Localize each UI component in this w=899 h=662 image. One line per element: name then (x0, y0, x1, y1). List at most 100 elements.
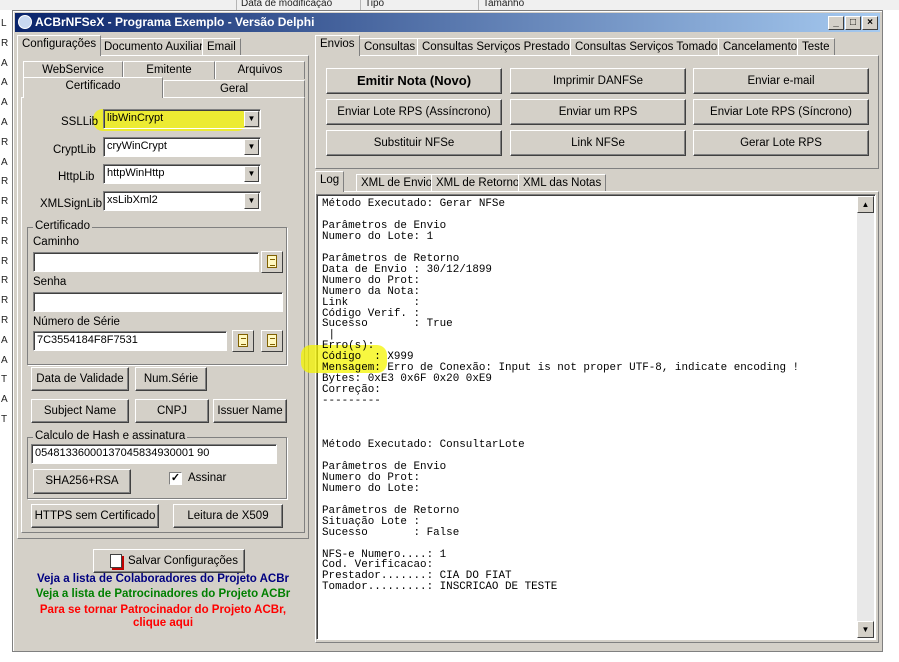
log-line: --------- (322, 395, 381, 408)
chevron-down-icon[interactable]: ▼ (244, 139, 259, 155)
enviar-email-button[interactable]: Enviar e-mail (693, 68, 869, 94)
log-line: Método Executado: Gerar NFSe (322, 198, 505, 210)
caminho-input[interactable] (33, 252, 259, 272)
log-line: Sucesso : False (322, 526, 460, 539)
enviar-lote-sincrono-button[interactable]: Enviar Lote RPS (Síncrono) (693, 99, 869, 125)
window-title: ACBrNFSeX - Programa Exemplo - Versão De… (35, 15, 315, 29)
subject-name-button[interactable]: Subject Name (31, 399, 129, 423)
colaboradores-link[interactable]: Veja a lista de Colaboradores do Projeto… (17, 573, 309, 585)
tab-xml-envio[interactable]: XML de Envio (356, 174, 438, 192)
tab-consultas[interactable]: Consultas (359, 38, 421, 56)
enviar-um-rps-button[interactable]: Enviar um RPS (510, 99, 686, 125)
background-file-list: LRAAAARARRRRRRRRAATAT (0, 10, 12, 662)
bg-file-letter: R (1, 295, 9, 307)
log-line: | (322, 329, 336, 342)
tab-envios[interactable]: Envios (315, 35, 360, 56)
tab-documento-auxiliar[interactable]: Documento Auxiliar (99, 38, 209, 56)
patrocinador-link-line2[interactable]: clique aqui (17, 617, 309, 629)
tab-cancelamento[interactable]: Cancelamento (718, 38, 803, 56)
bg-column-type: Tipo (360, 0, 470, 10)
bg-column-date: Data de modificação (236, 0, 350, 10)
tab-teste[interactable]: Teste (797, 38, 835, 56)
log-line: Numero do Prot: (322, 274, 421, 287)
bg-file-letter: T (1, 374, 8, 386)
tab-xml-notas[interactable]: XML das Notas (518, 174, 607, 192)
senha-input[interactable] (33, 292, 283, 312)
xmlsignlib-value: xsLibXml2 (107, 194, 158, 206)
bg-file-letter: R (1, 235, 9, 247)
patrocinador-link-line1[interactable]: Para se tornar Patrocinador do Projeto A… (17, 604, 309, 616)
salvar-configuracoes-button[interactable]: Salvar Configurações (93, 549, 245, 573)
bg-file-letter: R (1, 255, 9, 267)
substituir-nfse-button[interactable]: Substituir NFSe (326, 130, 502, 156)
close-button[interactable]: × (862, 16, 878, 30)
tab-arquivos[interactable]: Arquivos (215, 61, 305, 79)
bg-file-letter: R (1, 136, 9, 148)
select-certificate-button[interactable] (232, 330, 254, 352)
caminho-label: Caminho (33, 236, 80, 248)
num-serie-button[interactable]: Num.Série (135, 367, 207, 391)
log-textarea[interactable]: Método Executado: Gerar NFSe Parâmetros … (301, 194, 876, 640)
scroll-down-icon[interactable]: ▼ (857, 621, 874, 638)
log-line: Bytes: 0xE3 0x6F 0x20 0xE9 (322, 373, 492, 386)
tab-certificado[interactable]: Certificado (23, 77, 163, 98)
https-sem-certificado-button[interactable]: HTTPS sem Certificado (31, 504, 159, 528)
minimize-button[interactable]: _ (828, 16, 844, 30)
maximize-button[interactable]: □ (845, 16, 861, 30)
certificate-info-button[interactable] (261, 330, 283, 352)
scroll-up-icon[interactable]: ▲ (857, 196, 874, 213)
save-icon (110, 554, 122, 568)
log-line: Numero do Lote: 1 (322, 230, 434, 243)
httplib-select[interactable]: httpWinHttp ▼ (103, 164, 261, 184)
browse-file-button[interactable] (261, 251, 283, 273)
data-validade-button[interactable]: Data de Validade (31, 367, 129, 391)
log-line: Link : (322, 296, 421, 309)
link-nfse-button[interactable]: Link NFSe (510, 130, 686, 156)
chevron-down-icon[interactable]: ▼ (244, 166, 259, 182)
serie-input[interactable]: 7C3554184F8F7531 (33, 331, 227, 351)
cnpj-button[interactable]: CNPJ (135, 399, 209, 423)
tab-log[interactable]: Log (315, 171, 345, 192)
tab-configuracoes[interactable]: Configurações (17, 35, 102, 56)
hash-group-label: Calculo de Hash e assinatura (33, 430, 188, 442)
enviar-lote-assincrono-button[interactable]: Enviar Lote RPS (Assíncrono) (326, 99, 502, 125)
emitir-nota-button[interactable]: Emitir Nota (Novo) (326, 68, 502, 94)
bg-file-letter: A (1, 97, 8, 109)
bg-file-letter: R (1, 176, 9, 188)
ssllib-select[interactable]: libWinCrypt ▼ (103, 109, 261, 129)
cryptlib-select[interactable]: cryWinCrypt ▼ (103, 137, 261, 157)
chevron-down-icon[interactable]: ▼ (244, 111, 259, 127)
bg-file-letter: R (1, 216, 9, 227)
bg-file-letter: L (1, 18, 7, 29)
bg-file-letter: A (1, 334, 8, 346)
cryptlib-label: CryptLib (53, 144, 96, 156)
salvar-label: Salvar Configurações (128, 555, 238, 567)
tab-email[interactable]: Email (202, 38, 241, 56)
log-text: Método Executado: Gerar NFSe Parâmetros … (322, 199, 799, 593)
hash-input[interactable]: 05481336000137045834930001 90 (31, 444, 277, 464)
imprimir-danfse-button[interactable]: Imprimir DANFSe (510, 68, 686, 94)
chevron-down-icon[interactable]: ▼ (244, 193, 259, 209)
tab-xml-retorno[interactable]: XML de Retorno (431, 174, 525, 192)
ssllib-value: libWinCrypt (107, 112, 164, 124)
issuer-name-button[interactable]: Issuer Name (213, 399, 287, 423)
certificado-group-label: Certificado (33, 220, 92, 232)
document-icon (238, 334, 248, 347)
bg-file-letter: A (1, 394, 8, 406)
gerar-lote-rps-button[interactable]: Gerar Lote RPS (693, 130, 869, 156)
patrocinadores-link[interactable]: Veja a lista de Patrocinadores do Projet… (17, 588, 309, 600)
xmlsignlib-label: XMLSignLib (40, 198, 103, 210)
assinar-checkbox[interactable]: ✓ (169, 472, 182, 485)
leitura-x509-button[interactable]: Leitura de X509 (173, 504, 283, 528)
bg-file-letter: A (1, 156, 8, 168)
sha256-rsa-button[interactable]: SHA256+RSA (33, 469, 131, 494)
tab-geral[interactable]: Geral (163, 80, 305, 98)
xmlsignlib-select[interactable]: xsLibXml2 ▼ (103, 191, 261, 211)
bg-column-size: Tamanho (478, 0, 568, 10)
tab-consultas-prestados[interactable]: Consultas Serviços Prestados (417, 38, 581, 56)
tab-consultas-tomados[interactable]: Consultas Serviços Tomados (570, 38, 729, 56)
httplib-value: httpWinHttp (107, 167, 165, 179)
vertical-scrollbar[interactable]: ▲ ▼ (857, 196, 874, 638)
